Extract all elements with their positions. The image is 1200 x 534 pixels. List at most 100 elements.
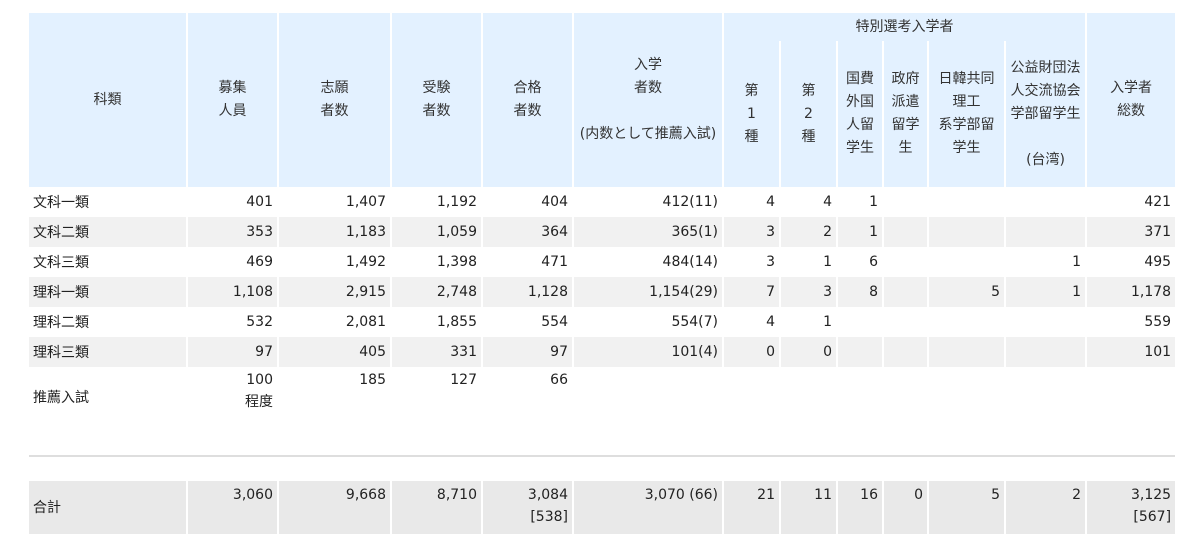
col-header-koeki: 公益財団法 人交流協会 学部留学生 (台湾): [1005, 41, 1088, 187]
cell-nikkan: [928, 307, 1006, 337]
cell-nyugaku: 101(4): [573, 337, 724, 367]
cell-empty: [1005, 367, 1088, 428]
table-row: 文科一類 401 1,407 1,192 404 412(11) 4 4 1 4…: [29, 187, 1178, 217]
row-label: 合計: [29, 481, 188, 534]
cell-dai1: 4: [723, 307, 781, 337]
table-row-total: 合計 3,060 9,668 8,710 3,084 [538] 3,070 (…: [29, 481, 1178, 534]
cell-sosu: 1,178: [1086, 277, 1178, 307]
cell-dai2: 2: [780, 217, 838, 247]
cell-dai2: 1: [780, 307, 838, 337]
row-label: 理科三類: [29, 337, 188, 367]
cell-gokaku: 554: [482, 307, 574, 337]
table-row: 文科二類 353 1,183 1,059 364 365(1) 3 2 1 37…: [29, 217, 1178, 247]
cell-gokaku: 3,084 [538]: [482, 481, 574, 534]
col-header-kokuhi: 国費 外国 人留 学生: [837, 41, 884, 187]
row-label: 文科三類: [29, 247, 188, 277]
cell-sosu: 421: [1086, 187, 1178, 217]
col-header-seifu: 政府 派遣 留学 生: [883, 41, 929, 187]
row-label: 文科二類: [29, 217, 188, 247]
cell-sosu: 559: [1086, 307, 1178, 337]
cell-boshu: 353: [187, 217, 279, 247]
cell-empty: [883, 367, 929, 428]
cell-nikkan: 5: [928, 481, 1006, 534]
table-header: 科類 募集 人員 志願 者数 受験 者数 合格 者数 入学 者数 (内数として推…: [29, 13, 1178, 187]
cell-koeki: 2: [1005, 481, 1088, 534]
col-header-dai2: 第 2 種: [780, 41, 838, 187]
cell-kokuhi: 6: [837, 247, 884, 277]
col-header-nikkan: 日韓共同 理工 系学部留 学生: [928, 41, 1006, 187]
cell-shigan: 1,492: [278, 247, 392, 277]
cell-gokaku: 66: [482, 367, 574, 428]
cell-dai2: 11: [780, 481, 838, 534]
cell-juken: 8,710: [391, 481, 483, 534]
table-row: 理科一類 1,108 2,915 2,748 1,128 1,154(29) 7…: [29, 277, 1178, 307]
cell-kokuhi: 1: [837, 217, 884, 247]
cell-juken: 2,748: [391, 277, 483, 307]
cell-nyugaku: 3,070 (66): [573, 481, 724, 534]
cell-empty: [723, 367, 781, 428]
cell-juken: 331: [391, 337, 483, 367]
cell-boshu: 532: [187, 307, 279, 337]
col-header-sosu: 入学者 総数: [1086, 13, 1178, 187]
cell-kokuhi: 8: [837, 277, 884, 307]
cell-nyugaku: 412(11): [573, 187, 724, 217]
col-header-gokaku: 合格 者数: [482, 13, 574, 187]
cell-seifu: [883, 187, 929, 217]
cell-dai2: 3: [780, 277, 838, 307]
cell-dai1: 0: [723, 337, 781, 367]
cell-gokaku: 97: [482, 337, 574, 367]
cell-nyugaku: 365(1): [573, 217, 724, 247]
cell-empty: [1086, 367, 1178, 428]
cell-boshu: 3,060: [187, 481, 279, 534]
cell-koeki: [1005, 217, 1088, 247]
col-header-shigan: 志願 者数: [278, 13, 392, 187]
cell-seifu: [883, 277, 929, 307]
cell-nyugaku: 554(7): [573, 307, 724, 337]
cell-nyugaku: 1,154(29): [573, 277, 724, 307]
admissions-table-container: 科類 募集 人員 志願 者数 受験 者数 合格 者数 入学 者数 (内数として推…: [29, 13, 1178, 534]
cell-gokaku: 1,128: [482, 277, 574, 307]
table-row: 理科三類 97 405 331 97 101(4) 0 0 101: [29, 337, 1178, 367]
cell-juken: 1,192: [391, 187, 483, 217]
cell-empty: [780, 367, 838, 428]
cell-seifu: [883, 247, 929, 277]
cell-shigan: 9,668: [278, 481, 392, 534]
admissions-table: 科類 募集 人員 志願 者数 受験 者数 合格 者数 入学 者数 (内数として推…: [29, 13, 1178, 534]
table-row: 文科三類 469 1,492 1,398 471 484(14) 3 1 6 1…: [29, 247, 1178, 277]
cell-koeki: 1: [1005, 277, 1088, 307]
spacer-row: [29, 428, 1178, 456]
cell-nikkan: 5: [928, 277, 1006, 307]
cell-sosu: 371: [1086, 217, 1178, 247]
cell-nikkan: [928, 187, 1006, 217]
table-row: 理科二類 532 2,081 1,855 554 554(7) 4 1 559: [29, 307, 1178, 337]
cell-seifu: 0: [883, 481, 929, 534]
cell-dai1: 21: [723, 481, 781, 534]
cell-dai1: 4: [723, 187, 781, 217]
cell-kokuhi: [837, 337, 884, 367]
col-header-boshu: 募集 人員: [187, 13, 279, 187]
cell-kokuhi: 1: [837, 187, 884, 217]
cell-juken: 1,059: [391, 217, 483, 247]
cell-boshu: 1,108: [187, 277, 279, 307]
cell-dai2: 1: [780, 247, 838, 277]
cell-shigan: 2,915: [278, 277, 392, 307]
cell-gokaku: 471: [482, 247, 574, 277]
cell-dai1: 3: [723, 217, 781, 247]
cell-sosu: 3,125 [567]: [1086, 481, 1178, 534]
row-label: 推薦入試: [29, 367, 188, 428]
cell-dai2: 0: [780, 337, 838, 367]
cell-juken: 1,855: [391, 307, 483, 337]
cell-shigan: 1,183: [278, 217, 392, 247]
cell-koeki: 1: [1005, 247, 1088, 277]
cell-sosu: 495: [1086, 247, 1178, 277]
cell-juken: 1,398: [391, 247, 483, 277]
cell-boshu: 469: [187, 247, 279, 277]
cell-kokuhi: 16: [837, 481, 884, 534]
row-label: 文科一類: [29, 187, 188, 217]
cell-koeki: [1005, 187, 1088, 217]
cell-seifu: [883, 337, 929, 367]
row-label: 理科二類: [29, 307, 188, 337]
col-header-tokubetsu-group: 特別選考入学者: [723, 13, 1088, 41]
cell-sosu: 101: [1086, 337, 1178, 367]
cell-juken: 127: [391, 367, 483, 428]
